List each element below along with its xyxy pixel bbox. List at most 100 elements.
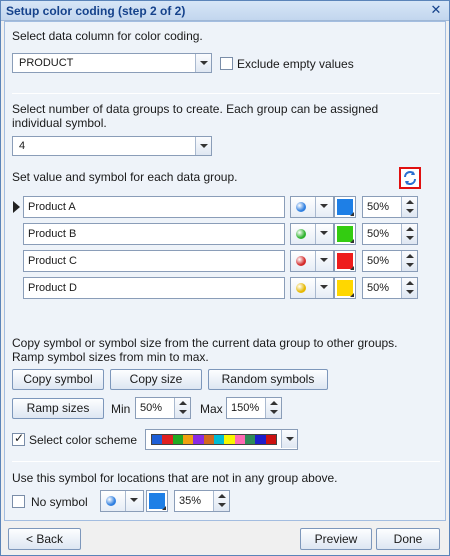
chevron-down-icon[interactable] (315, 197, 333, 217)
group-value-text: Product D (28, 282, 77, 294)
min-size-spinner[interactable]: 50% (135, 397, 191, 419)
spinner-buttons[interactable] (265, 398, 281, 418)
chevron-down-icon[interactable] (195, 54, 211, 72)
spinner-buttons[interactable] (401, 251, 417, 271)
group-value-input[interactable]: Product C (23, 250, 285, 272)
copy-symbol-button[interactable]: Copy symbol (12, 369, 104, 390)
row-pointer-icon (13, 201, 20, 213)
color-scheme-preview (151, 434, 277, 445)
scheme-color-segment (152, 435, 163, 444)
refresh-icon (404, 171, 416, 185)
dropdown-corner-icon (350, 239, 354, 243)
arrow-down-icon[interactable] (406, 290, 414, 294)
group-symbol-picker[interactable] (290, 277, 334, 299)
spinner-buttons[interactable] (401, 197, 417, 217)
arrow-up-icon[interactable] (406, 281, 414, 285)
group-values-label: Set value and symbol for each data group… (12, 170, 238, 184)
scheme-color-segment (224, 435, 235, 444)
spinner-buttons[interactable] (213, 491, 229, 511)
random-symbols-button[interactable]: Random symbols (208, 369, 328, 390)
color-scheme-checkbox[interactable] (12, 431, 25, 446)
chevron-down-icon[interactable] (315, 278, 333, 298)
scheme-color-segment (193, 435, 204, 444)
chevron-down-icon[interactable] (281, 430, 297, 448)
dropdown-corner-icon (350, 293, 354, 297)
setup-color-coding-dialog: Setup color coding (step 2 of 2) ✕ Selec… (0, 0, 450, 556)
chevron-down-icon[interactable] (315, 224, 333, 244)
copy-size-button[interactable]: Copy size (110, 369, 202, 390)
arrow-down-icon[interactable] (406, 263, 414, 267)
group-size-spinner[interactable]: 50% (362, 277, 418, 299)
scheme-color-segment (203, 435, 214, 444)
chevron-down-icon[interactable] (195, 137, 211, 155)
group-value-text: Product A (28, 201, 76, 213)
groups-count-value: 4 (19, 140, 26, 152)
max-size-spinner[interactable]: 150% (226, 397, 282, 419)
group-symbol-picker[interactable] (290, 196, 334, 218)
arrow-down-icon[interactable] (179, 410, 187, 414)
close-icon[interactable]: ✕ (429, 3, 443, 17)
group-symbol-picker[interactable] (290, 250, 334, 272)
no-symbol-checkbox[interactable] (12, 495, 25, 508)
color-scheme-label: Select color scheme (29, 433, 138, 447)
groups-count-select[interactable]: 4 (12, 136, 212, 156)
arrow-up-icon[interactable] (270, 401, 278, 405)
group-size-spinner[interactable]: 50% (362, 196, 418, 218)
arrow-up-icon[interactable] (179, 401, 187, 405)
scheme-color-segment (162, 435, 173, 444)
dropdown-corner-icon (350, 212, 354, 216)
no-symbol-label: No symbol (31, 495, 88, 509)
done-button[interactable]: Done (376, 528, 440, 550)
back-button[interactable]: < Back (8, 528, 81, 550)
arrow-down-icon[interactable] (406, 236, 414, 240)
chevron-down-icon[interactable] (125, 491, 143, 511)
group-value-input[interactable]: Product A (23, 196, 285, 218)
other-size-spinner[interactable]: 35% (174, 490, 230, 512)
groups-count-label: Select number of data groups to create. … (12, 102, 379, 130)
circle-symbol-icon (296, 283, 306, 293)
spinner-buttons[interactable] (401, 224, 417, 244)
group-size-spinner[interactable]: 50% (362, 250, 418, 272)
group-value-input[interactable]: Product D (23, 277, 285, 299)
group-color-picker[interactable] (334, 277, 356, 299)
chevron-down-icon[interactable] (315, 251, 333, 271)
scheme-color-segment (234, 435, 245, 444)
title-bar: Setup color coding (step 2 of 2) ✕ (1, 1, 449, 21)
column-select[interactable]: PRODUCT (12, 53, 212, 73)
arrow-down-icon[interactable] (218, 503, 226, 507)
group-value-input[interactable]: Product B (23, 223, 285, 245)
divider (12, 93, 440, 94)
other-locations-label: Use this symbol for locations that are n… (12, 471, 338, 485)
group-value-text: Product C (28, 255, 77, 267)
scheme-color-segment (172, 435, 183, 444)
other-color-picker[interactable] (146, 490, 168, 512)
group-color-picker[interactable] (334, 250, 356, 272)
scheme-color-segment (213, 435, 225, 444)
refresh-button[interactable] (399, 167, 421, 189)
group-color-picker[interactable] (334, 196, 356, 218)
group-color-picker[interactable] (334, 223, 356, 245)
column-select-value: PRODUCT (19, 57, 74, 69)
spinner-buttons[interactable] (174, 398, 190, 418)
scheme-color-segment (182, 435, 194, 444)
scheme-color-segment (255, 435, 266, 444)
arrow-up-icon[interactable] (406, 254, 414, 258)
spinner-buttons[interactable] (401, 278, 417, 298)
column-label: Select data column for color coding. (12, 29, 203, 43)
max-label: Max (200, 402, 223, 416)
ramp-sizes-button[interactable]: Ramp sizes (12, 398, 104, 419)
exclude-empty-checkbox[interactable] (220, 57, 233, 70)
arrow-up-icon[interactable] (406, 227, 414, 231)
other-symbol-picker[interactable] (100, 490, 144, 512)
group-size-spinner[interactable]: 50% (362, 223, 418, 245)
dialog-footer: < Back Preview Done (4, 523, 446, 553)
exclude-empty-label: Exclude empty values (237, 57, 354, 71)
arrow-up-icon[interactable] (218, 494, 226, 498)
color-scheme-select[interactable] (145, 429, 298, 450)
group-value-text: Product B (28, 228, 77, 240)
group-symbol-picker[interactable] (290, 223, 334, 245)
arrow-up-icon[interactable] (406, 200, 414, 204)
preview-button[interactable]: Preview (300, 528, 372, 550)
arrow-down-icon[interactable] (406, 209, 414, 213)
arrow-down-icon[interactable] (270, 410, 278, 414)
